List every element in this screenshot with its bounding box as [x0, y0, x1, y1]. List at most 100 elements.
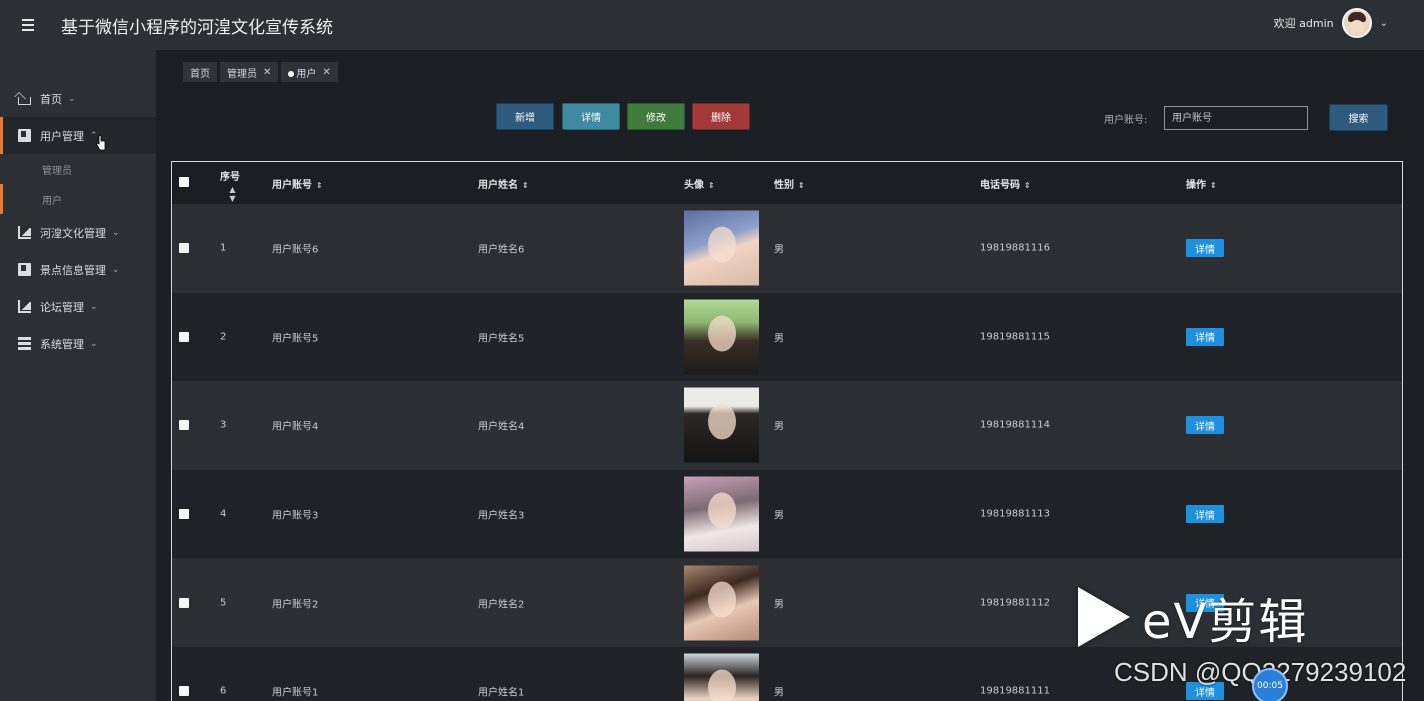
play-icon	[1078, 587, 1130, 647]
search-button[interactable]: 搜索	[1329, 104, 1388, 131]
row-checkbox[interactable]	[179, 597, 189, 608]
search-input[interactable]	[1164, 106, 1308, 130]
sort-icon[interactable]: ⇕	[316, 181, 323, 190]
select-all-checkbox[interactable]	[179, 177, 189, 187]
header-gender[interactable]: 性别 ⇕	[774, 176, 805, 191]
sidebar-item-user-management[interactable]: 用户管理 ⌃	[0, 117, 156, 154]
table-row[interactable]: 1 用户账号6 用户姓名6 男 19819881116 详情	[172, 204, 1402, 293]
user-menu[interactable]: 欢迎 admin ⌄	[1274, 8, 1388, 38]
table-row[interactable]: 4 用户账号3 用户姓名3 男 19819881113 详情	[172, 469, 1402, 559]
sort-icon[interactable]: ⇕	[708, 181, 715, 190]
delete-button[interactable]: 删除	[692, 103, 750, 130]
cell-name: 用户姓名3	[478, 510, 525, 522]
sidebar-subitem-admin[interactable]: 管理员	[0, 154, 156, 184]
sort-icon[interactable]: ⇕	[1024, 181, 1031, 190]
cell-account: 用户账号3	[272, 510, 319, 522]
sort-icon[interactable]: ⇕	[798, 181, 805, 190]
sort-icon[interactable]: ▲ ▼	[229, 185, 235, 203]
recording-timer[interactable]: 00:05	[1252, 668, 1288, 701]
cell-name: 用户姓名6	[478, 244, 525, 256]
chevron-down-icon: ⌄	[90, 301, 98, 312]
sidebar-subitem-user[interactable]: 用户	[0, 184, 156, 214]
detail-button-label: 详情	[1186, 239, 1224, 258]
row-detail-button[interactable]: 详情	[1186, 416, 1224, 435]
header-label: 电话号码	[980, 180, 1020, 191]
sidebar-item-label: 用户管理	[40, 129, 84, 143]
cell-name: 用户姓名4	[478, 421, 525, 433]
header-label: 序号	[220, 172, 240, 183]
tab-admin[interactable]: 管理员 ✕	[220, 62, 279, 82]
sidebar-item-scenic-management[interactable]: 景点信息管理 ⌄	[0, 251, 156, 288]
row-detail-button[interactable]: 详情	[1186, 505, 1224, 524]
cell-name: 用户姓名5	[478, 333, 525, 345]
edit-button[interactable]: 修改	[627, 103, 685, 130]
cell-index: 1	[220, 242, 227, 254]
menu-toggle-icon[interactable]	[22, 19, 42, 31]
cell-index: 5	[220, 597, 227, 609]
book-icon	[18, 263, 31, 276]
row-checkbox[interactable]	[179, 686, 189, 697]
ev-watermark: eV剪辑	[1078, 582, 1308, 652]
sidebar-item-label: 河湟文化管理	[40, 226, 106, 240]
row-checkbox[interactable]	[179, 331, 189, 342]
sidebar-item-system-management[interactable]: 系统管理 ⌄	[0, 325, 156, 362]
row-checkbox[interactable]	[179, 509, 189, 520]
close-icon[interactable]: ✕	[322, 67, 330, 78]
chevron-down-icon: ⌄	[112, 264, 120, 275]
detail-button-label: 详情	[1186, 327, 1224, 346]
row-checkbox[interactable]	[179, 420, 189, 431]
row-detail-button[interactable]: 详情	[1186, 327, 1224, 346]
table-header: 序号 ▲ ▼ 用户账号 ⇕ 用户姓名 ⇕ 头像 ⇕ 性别 ⇕ 电话号码 ⇕ 操作 ⇕	[172, 162, 1402, 204]
user-avatar-image	[684, 210, 759, 286]
header-label: 用户账号	[272, 180, 312, 191]
header-label: 用户姓名	[478, 180, 518, 191]
detail-button[interactable]: 详情	[562, 103, 620, 130]
detail-button-label: 详情	[1186, 505, 1224, 524]
user-avatar-image	[684, 299, 759, 375]
sidebar-item-home[interactable]: 首页 ⌄	[0, 80, 156, 117]
add-button[interactable]: 新增	[496, 103, 554, 130]
header-label: 性别	[774, 180, 794, 191]
sort-icon[interactable]: ⇕	[522, 181, 529, 190]
sidebar: 首页 ⌄ 用户管理 ⌃ 管理员 用户 河湟文化管理 ⌄ 景点信息管理 ⌄ 论坛管…	[0, 50, 156, 701]
tab-home[interactable]: 首页	[183, 62, 217, 82]
header-index[interactable]: 序号 ▲ ▼	[220, 168, 240, 203]
tab-bar: 首页 管理员 ✕ 用户 ✕	[183, 62, 338, 82]
sidebar-item-label: 景点信息管理	[40, 263, 106, 277]
table-row[interactable]: 2 用户账号5 用户姓名5 男 19819881115 详情	[172, 292, 1402, 382]
header-label: 操作	[1186, 180, 1206, 191]
header-avatar[interactable]: 头像 ⇕	[684, 176, 715, 191]
cell-account: 用户账号6	[272, 244, 319, 256]
sort-icon[interactable]: ⇕	[1210, 181, 1217, 190]
cell-phone: 19819881111	[980, 685, 1050, 697]
chevron-down-icon: ⌄	[68, 93, 76, 104]
tab-user[interactable]: 用户 ✕	[281, 62, 338, 82]
welcome-text: 欢迎 admin	[1273, 17, 1334, 30]
hand-cursor-icon	[96, 135, 106, 151]
avatar[interactable]	[1341, 8, 1372, 38]
home-icon	[18, 97, 31, 105]
header-name[interactable]: 用户姓名 ⇕	[478, 176, 529, 191]
sidebar-item-culture-management[interactable]: 河湟文化管理 ⌄	[0, 214, 156, 251]
header-phone[interactable]: 电话号码 ⇕	[980, 176, 1031, 191]
active-dot-icon	[288, 70, 295, 77]
chevron-down-icon[interactable]: ⌄	[1380, 18, 1388, 29]
table-row[interactable]: 3 用户账号4 用户姓名4 男 19819881114 详情	[172, 381, 1402, 470]
row-checkbox[interactable]	[179, 243, 189, 254]
cell-gender: 男	[774, 687, 784, 699]
book-icon	[18, 129, 31, 142]
cell-index: 3	[220, 419, 227, 431]
cell-index: 2	[220, 331, 227, 343]
cell-phone: 19819881114	[980, 419, 1050, 431]
list-icon	[18, 337, 31, 350]
row-detail-button[interactable]: 详情	[1186, 239, 1224, 258]
header-account[interactable]: 用户账号 ⇕	[272, 176, 323, 191]
close-icon[interactable]: ✕	[263, 67, 271, 78]
cell-index: 4	[220, 508, 227, 520]
ev-watermark-text: eV剪辑	[1142, 594, 1309, 650]
cell-account: 用户账号1	[272, 687, 319, 699]
chevron-down-icon: ⌄	[90, 338, 98, 349]
sidebar-item-forum-management[interactable]: 论坛管理 ⌄	[0, 288, 156, 325]
cell-gender: 男	[774, 599, 784, 611]
user-avatar-image	[684, 565, 759, 641]
